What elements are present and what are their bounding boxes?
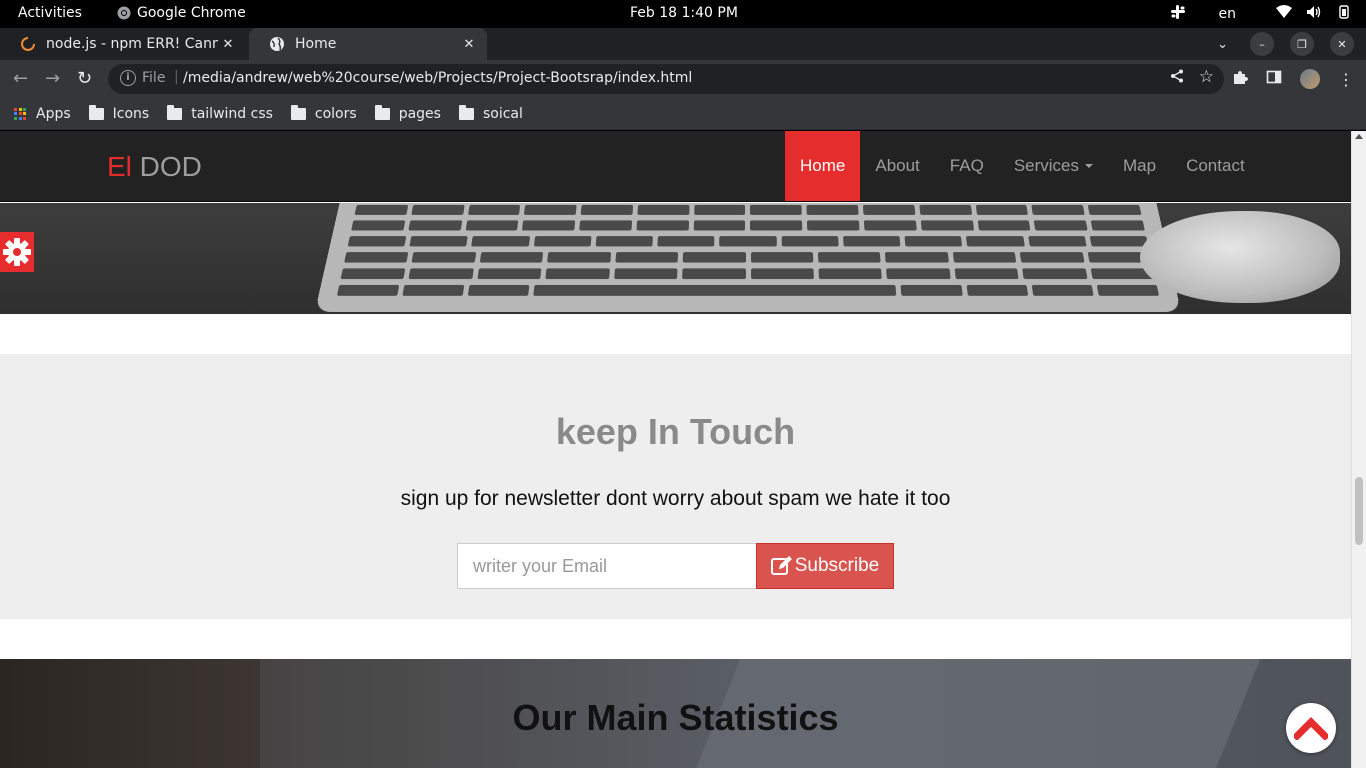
nav-contact[interactable]: Contact [1171,131,1260,201]
reload-icon[interactable]: ↻ [77,69,92,89]
caret-down-icon [1085,164,1093,168]
address-bar[interactable]: i File | /media/andrew/web%20course/web/… [108,64,1224,94]
site-info-icon[interactable]: i [120,70,136,86]
chevron-up-icon [1294,717,1328,740]
subscribe-button[interactable]: Subscribe [756,543,894,589]
bookmark-star-icon[interactable]: ☆ [1199,67,1214,87]
slack-tray-icon[interactable] [1170,5,1185,23]
wifi-icon [1276,5,1292,23]
tab-npm-error[interactable]: node.js - npm ERR! Cannot ✕ [0,28,246,60]
clock[interactable]: Feb 18 1:40 PM [630,5,738,21]
scroll-up-arrow-icon[interactable] [1355,134,1363,139]
restore-icon[interactable]: ❐ [1290,32,1314,56]
tab-home[interactable]: Home ✕ [249,28,487,60]
nav-services-label: Services [1013,156,1079,175]
nav-map[interactable]: Map [1108,131,1171,201]
scroll-to-top-button[interactable] [1286,703,1336,753]
bookmark-label: Apps [36,105,71,122]
chrome-app-icon [117,6,131,20]
bookmark-label: Icons [112,105,150,122]
email-input[interactable] [457,543,757,589]
chrome-menu-icon[interactable]: ⋮ [1338,70,1354,89]
tab-title: Home [295,36,337,52]
extensions-puzzle-icon[interactable] [1232,69,1248,89]
gear-icon [3,238,31,266]
bookmark-icons[interactable]: Icons [88,104,150,122]
browser-toolbar: ← → ↻ i File | /media/andrew/web%20cours… [0,60,1366,98]
brand-accent: El [107,151,132,182]
apps-grid-icon [14,107,26,120]
nav-menu: Home About FAQ Services Map Contact [785,131,1260,201]
folder-icon [290,104,306,120]
statistics-section: Our Main Statistics [0,659,1351,768]
app-name: Google Chrome [137,5,246,21]
nav-faq[interactable]: FAQ [935,131,999,201]
bookmarks-bar: Apps Icons tailwind css colors pages soi… [0,98,1366,130]
back-arrow-icon[interactable]: ← [13,69,28,89]
page-viewport: El DOD Home About FAQ Services Map Conta… [0,131,1366,768]
bookmark-label: colors [314,105,357,122]
bookmark-tailwind-css[interactable]: tailwind css [167,104,273,122]
bookmark-colors[interactable]: colors [290,104,357,122]
subscribe-label: Subscribe [794,555,880,576]
volume-icon [1306,5,1322,23]
close-tab-icon[interactable]: ✕ [218,37,238,52]
power-menu-icon [1336,5,1352,23]
toolbar-actions: ⋮ [1232,69,1354,89]
divider: | [174,69,179,85]
app-menu[interactable]: Google Chrome [117,5,246,21]
folder-icon [88,104,104,120]
scrollbar-thumb[interactable] [1355,477,1363,545]
folder-icon [458,104,474,120]
subscribe-description: sign up for newsletter dont worry about … [400,487,951,510]
share-icon[interactable] [1170,69,1184,87]
file-scheme-label: File [142,70,166,86]
page-scrollbar[interactable] [1351,131,1366,768]
brand-logo[interactable]: El DOD [107,151,202,183]
mouse-illustration [1140,211,1340,303]
window-controls: ⌄ – ❐ ✕ [1217,32,1354,56]
close-tab-icon[interactable]: ✕ [459,37,479,52]
close-window-icon[interactable]: ✕ [1330,32,1354,56]
side-panel-icon[interactable] [1266,69,1282,89]
bookmark-label: tailwind css [191,105,273,122]
tab-strip: node.js - npm ERR! Cannot ✕ Home ✕ + [0,28,1366,83]
bookmark-pages[interactable]: pages [374,104,441,122]
system-top-bar: Activities Google Chrome Feb 18 1:40 PM … [0,0,1366,28]
subscribe-heading: keep In Touch [555,411,796,452]
subscribe-section: keep In Touch sign up for newsletter don… [0,354,1351,619]
folder-icon [167,104,183,120]
forward-arrow-icon[interactable]: → [45,69,60,89]
bookmark-label: pages [398,105,441,122]
language-indicator[interactable]: en [1219,6,1237,22]
hero-keyboard-image [0,203,1351,314]
keyboard-illustration [314,203,1182,312]
bookmark-soical[interactable]: soical [458,104,523,122]
tab-title: node.js - npm ERR! Cannot [46,36,218,52]
bookmark-apps[interactable]: Apps [14,106,71,122]
url-text[interactable]: /media/andrew/web%20course/web/Projects/… [183,70,692,86]
minimize-icon[interactable]: – [1250,32,1274,56]
profile-avatar[interactable] [1300,69,1320,89]
site-navbar: El DOD Home About FAQ Services Map Conta… [0,131,1351,202]
statistics-heading: Our Main Statistics [512,697,839,738]
settings-toggle[interactable] [0,232,34,272]
activities-button[interactable]: Activities [18,5,82,21]
bookmark-label: soical [482,105,523,122]
edit-icon [770,556,792,575]
nav-about[interactable]: About [860,131,934,201]
globe-icon [270,37,284,51]
nav-services[interactable]: Services [999,131,1108,201]
tab-search-chevron-icon[interactable]: ⌄ [1217,37,1228,52]
system-tray[interactable]: en [1170,0,1366,28]
brand-text: DOD [131,151,202,182]
nav-home[interactable]: Home [785,131,861,201]
section-spacer [0,314,1351,354]
folder-icon [374,104,390,120]
section-spacer [0,619,1351,659]
loading-spinner-icon [21,37,35,51]
